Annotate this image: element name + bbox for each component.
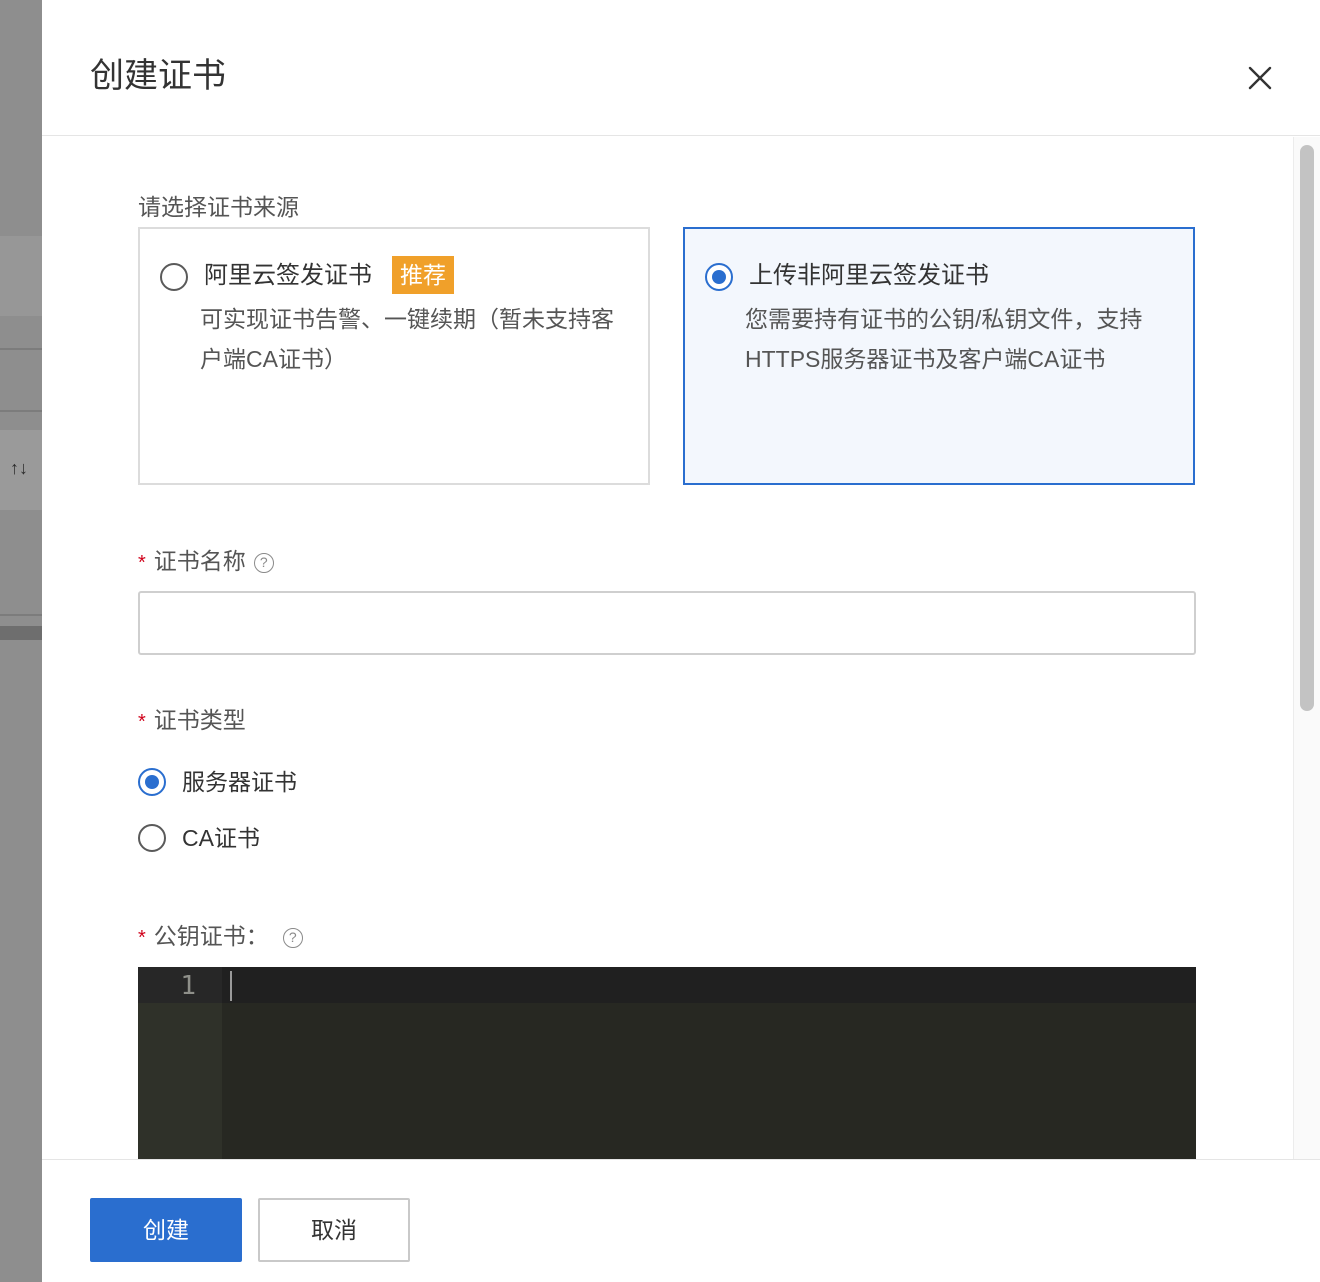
source-option-upload[interactable]: 上传非阿里云签发证书 您需要持有证书的公钥/私钥文件，支持 HTTPS服务器证书… — [683, 227, 1195, 485]
background-scrollbar — [0, 626, 42, 640]
recommended-badge: 推荐 — [392, 256, 454, 294]
editor-gutter: 1 — [138, 967, 222, 1159]
required-mark: * — [138, 927, 146, 949]
background-row — [0, 236, 42, 316]
sort-icon: ↑↓ — [10, 458, 28, 478]
scrollbar-thumb[interactable] — [1300, 145, 1314, 711]
create-button[interactable]: 创建 — [90, 1198, 242, 1262]
source-option-aliyun[interactable]: 阿里云签发证书 推荐 可实现证书告警、一键续期（暂未支持客 户端CA证书） — [138, 227, 650, 485]
public-key-label: * 公钥证书：? — [138, 922, 303, 952]
source-option-desc: HTTPS服务器证书及客户端CA证书 — [745, 346, 1106, 372]
certificate-name-input[interactable] — [138, 591, 1196, 655]
help-icon[interactable]: ? — [253, 552, 274, 573]
drawer-header: 创建证书 — [42, 0, 1320, 136]
type-option-label: CA证书 — [182, 825, 260, 851]
source-option-title: 阿里云签发证书 — [204, 262, 372, 289]
drawer-title: 创建证书 — [90, 57, 226, 95]
radio-ca-certificate[interactable] — [138, 824, 166, 852]
help-icon[interactable]: ? — [282, 927, 303, 948]
create-certificate-drawer: 创建证书 请选择证书来源 阿里云签发证书 推荐 可实现证书告警、一键续期（暂未支… — [42, 0, 1320, 1282]
radio-upload[interactable] — [705, 263, 733, 291]
radio-aliyun[interactable] — [160, 263, 188, 291]
radio-server-certificate[interactable] — [138, 768, 166, 796]
editor-active-line — [138, 967, 1196, 1003]
drawer-body: 请选择证书来源 阿里云签发证书 推荐 可实现证书告警、一键续期（暂未支持客 户端… — [42, 137, 1320, 1159]
background-divider — [0, 410, 42, 412]
background-divider — [0, 614, 42, 616]
certificate-source-label: 请选择证书来源 — [138, 194, 299, 220]
source-option-title: 上传非阿里云签发证书 — [749, 262, 989, 289]
type-option-label: 服务器证书 — [182, 769, 297, 795]
source-option-desc: 可实现证书告警、一键续期（暂未支持客 — [200, 306, 614, 332]
source-option-desc: 您需要持有证书的公钥/私钥文件，支持 — [745, 306, 1143, 332]
certificate-name-label-text: 证书名称 — [153, 548, 246, 574]
certificate-name-label: * 证书名称? — [138, 547, 274, 577]
certificate-type-label: * 证书类型 — [138, 706, 246, 736]
public-key-label-text: 公钥证书： — [153, 923, 269, 949]
close-button[interactable] — [1238, 56, 1282, 100]
background-app-overlay: ↑↓ — [0, 0, 42, 1282]
cancel-button[interactable]: 取消 — [258, 1198, 410, 1262]
text-cursor — [230, 971, 232, 1001]
required-mark: * — [138, 552, 146, 574]
drawer-footer: 创建 取消 — [42, 1159, 1320, 1282]
line-number: 1 — [180, 971, 196, 1001]
public-key-editor[interactable]: 1 — [138, 967, 1196, 1159]
source-option-desc: 户端CA证书） — [200, 346, 347, 372]
certificate-type-label-text: 证书类型 — [153, 707, 246, 733]
close-icon — [1248, 66, 1272, 90]
required-mark: * — [138, 711, 146, 733]
background-divider — [0, 348, 42, 350]
